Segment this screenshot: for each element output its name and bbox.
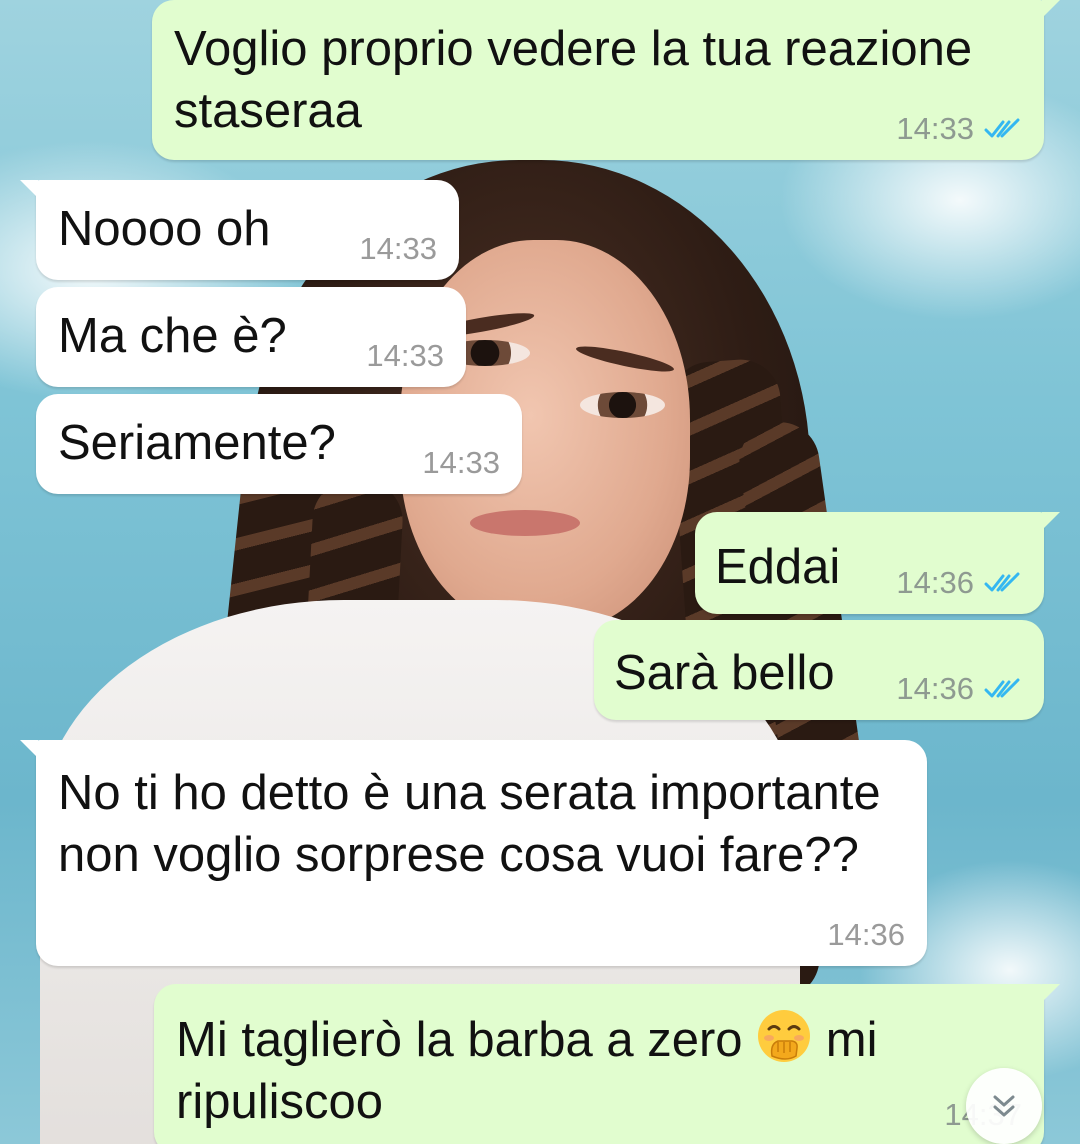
message-text-part: Mi taglierò la barba a zero <box>176 1013 743 1067</box>
message-time: 14:33 <box>896 111 974 146</box>
message-time: 14:33 <box>359 231 437 266</box>
message-meta: 14:33 <box>422 446 500 480</box>
double-check-read-icon <box>984 677 1022 701</box>
chat-thread: Voglio proprio vedere la tua reazione st… <box>0 0 1080 1144</box>
face-with-hand-over-mouth-emoji <box>756 1008 812 1064</box>
message-meta: 14:33 <box>359 232 437 266</box>
double-check-read-icon <box>984 571 1022 595</box>
message-bubble-incoming[interactable]: Noooo oh 14:33 <box>20 180 459 280</box>
message-meta: 14:33 <box>896 112 1022 146</box>
message-time: 14:33 <box>422 445 500 480</box>
message-text: Mi taglierò la barba a zero mi ripulisco… <box>176 1008 1004 1133</box>
message-time: 14:33 <box>366 338 444 373</box>
message-bubble-incoming[interactable]: Seriamente? 14:33 <box>36 394 522 494</box>
message-bubble-outgoing[interactable]: Sarà bello 14:36 <box>594 620 1044 720</box>
message-bubble-outgoing[interactable]: Mi taglierò la barba a zero mi ripulisco… <box>154 984 1060 1144</box>
message-meta: 14:36 <box>896 566 1022 600</box>
message-time: 14:36 <box>896 565 974 600</box>
message-meta: 14:36 <box>827 918 905 952</box>
message-bubble-outgoing[interactable]: Voglio proprio vedere la tua reazione st… <box>152 0 1060 160</box>
message-meta: 14:36 <box>896 672 1022 706</box>
message-bubble-incoming[interactable]: No ti ho detto è una serata importante n… <box>20 740 927 966</box>
message-bubble-incoming[interactable]: Ma che è? 14:33 <box>36 287 466 387</box>
message-bubble-outgoing[interactable]: Eddai 14:36 <box>695 512 1060 614</box>
message-time: 14:36 <box>896 671 974 706</box>
message-text: No ti ho detto è una serata importante n… <box>58 766 881 882</box>
message-text: Voglio proprio vedere la tua reazione st… <box>174 22 973 138</box>
message-meta: 14:33 <box>366 339 444 373</box>
scroll-to-bottom-button[interactable] <box>966 1068 1042 1144</box>
double-chevron-down-icon <box>993 1095 1015 1117</box>
double-check-read-icon <box>984 117 1022 141</box>
message-time: 14:36 <box>827 917 905 952</box>
